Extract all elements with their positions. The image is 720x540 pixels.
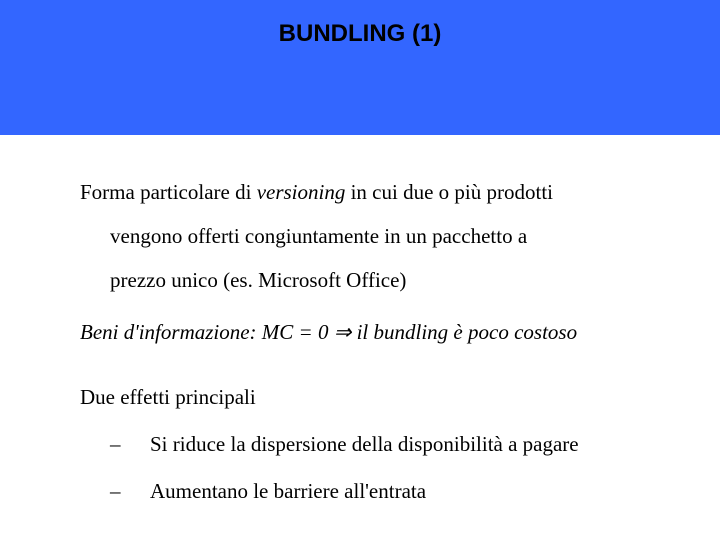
slide-title: BUNDLING (1) [0, 20, 720, 48]
p1-line3: prezzo unico (es. Microsoft Office) [80, 258, 670, 302]
bullet-text: Si riduce la dispersione della disponibi… [150, 432, 579, 457]
paragraph-1: Forma particolare di versioning in cui d… [80, 170, 670, 302]
p2-text-b: il bundling è poco costoso [351, 320, 577, 344]
slide-header: BUNDLING (1) [0, 0, 720, 135]
dash-icon: – [110, 432, 150, 457]
bullet-text: Aumentano le barriere all'entrata [150, 479, 426, 504]
p1-text-c: in cui due o più prodotti [345, 180, 553, 204]
slide-content: Forma particolare di versioning in cui d… [0, 135, 720, 504]
p1-text-a: Forma particolare di [80, 180, 257, 204]
p2-text-a: Beni d'informazione: MC = 0 [80, 320, 334, 344]
list-item: – Aumentano le barriere all'entrata [80, 479, 670, 504]
paragraph-3: Due effetti principali [80, 385, 670, 410]
dash-icon: – [110, 479, 150, 504]
arrow-icon: ⇒ [334, 320, 352, 344]
p1-line2: vengono offerti congiuntamente in un pac… [80, 214, 670, 258]
p1-versioning: versioning [257, 180, 346, 204]
list-item: – Si riduce la dispersione della disponi… [80, 432, 670, 457]
paragraph-2: Beni d'informazione: MC = 0 ⇒ il bundlin… [80, 320, 670, 345]
